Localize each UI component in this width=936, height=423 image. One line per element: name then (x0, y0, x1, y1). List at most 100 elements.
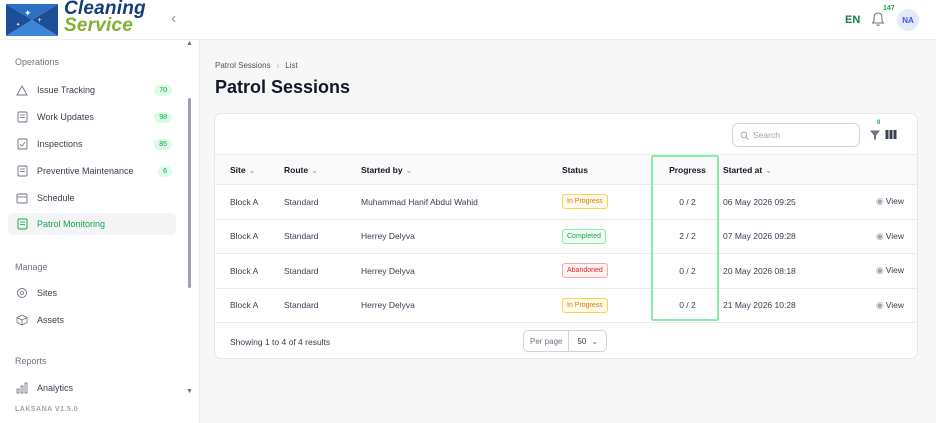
cell-started-by: Herrey Delyva (361, 219, 562, 254)
notification-count: 147 (883, 5, 895, 12)
cell-progress: 0 / 2 (652, 288, 723, 323)
view-button[interactable]: ◉ View (876, 196, 904, 206)
sidebar-item-label: Assets (37, 315, 65, 325)
filter-icon[interactable] (869, 129, 881, 141)
count-badge: 85 (154, 138, 172, 150)
scroll-down-arrow-icon[interactable]: ▼ (186, 388, 193, 395)
view-button[interactable]: ◉ View (876, 265, 904, 275)
logo[interactable]: ✦ + ✦ Cleaning Service (0, 0, 170, 40)
status-badge: In Progress (562, 194, 608, 210)
language-switcher[interactable]: EN (845, 14, 860, 26)
cell-started-at: 21 May 2026 10:28 (723, 288, 843, 323)
svg-text:✦: ✦ (24, 9, 32, 19)
eye-icon: ◉ (875, 265, 884, 276)
sort-chevron-icon: ⌄ (765, 165, 772, 175)
status-badge: Abandoned (562, 263, 608, 279)
search-input[interactable] (753, 130, 853, 140)
sessions-table-card: 0 Site⌄ Route⌄ Started by⌄ Status Progre… (214, 113, 918, 359)
cell-started-at: 06 May 2026 09:25 (723, 184, 843, 220)
column-header-route[interactable]: Route ⌄ (284, 154, 361, 185)
chevron-down-icon: ⌄ (591, 336, 599, 346)
view-button[interactable]: ◉ View (876, 231, 904, 241)
sidebar-group-operations: Operations (15, 57, 60, 67)
search-box[interactable] (732, 123, 860, 147)
bar-chart-icon (15, 381, 29, 395)
cell-started-at: 07 May 2026 09:28 (723, 219, 843, 254)
cube-icon (15, 313, 29, 327)
bell-icon[interactable] (871, 11, 885, 27)
sidebar-item-schedule[interactable]: Schedule (8, 187, 176, 209)
sidebar-item-sites[interactable]: Sites (8, 282, 176, 304)
cell-site: Block A (215, 219, 284, 254)
status-badge: In Progress (562, 297, 608, 313)
scroll-up-arrow-icon[interactable]: ▲ (186, 40, 193, 47)
app-version: LAKSANA V1.5.0 (15, 406, 79, 413)
table-row[interactable]: Block A Standard Muhammad Hanif Abdul Wa… (215, 184, 917, 220)
view-button[interactable]: ◉ View (876, 300, 904, 310)
cell-site: Block A (215, 288, 284, 323)
cell-route: Standard (284, 288, 361, 323)
breadcrumb-parent[interactable]: Patrol Sessions (215, 61, 271, 70)
sort-chevron-icon: ⌄ (311, 165, 318, 175)
columns-icon[interactable] (885, 129, 897, 140)
cell-progress: 0 / 2 (652, 184, 723, 220)
column-header-started-by[interactable]: Started by ⌄ (361, 154, 562, 185)
sidebar-item-label: Schedule (37, 193, 75, 203)
sidebar-item-issue-tracking[interactable]: Issue Tracking 70 (8, 79, 176, 101)
calendar-icon (15, 191, 29, 205)
sidebar-item-label: Analytics (37, 383, 74, 393)
cell-started-by: Muhammad Hanif Abdul Wahid (361, 184, 562, 220)
per-page-value[interactable]: 50 ⌄ (569, 331, 606, 351)
per-page-select[interactable]: Per page 50 ⌄ (523, 330, 608, 352)
breadcrumb-current: List (285, 61, 298, 70)
search-icon (740, 131, 749, 140)
cell-started-by: Herrey Delyva (361, 253, 562, 289)
column-header-progress: Progress (652, 154, 723, 185)
sidebar-item-label: Issue Tracking (37, 85, 96, 95)
document-icon (15, 217, 29, 231)
checklist-icon (15, 137, 29, 151)
status-badge: Completed (562, 228, 606, 244)
per-page-label: Per page (524, 331, 570, 351)
cell-site: Block A (215, 253, 284, 289)
avatar[interactable]: NA (897, 9, 919, 31)
sidebar-item-label: Sites (37, 288, 58, 298)
sidebar-item-analytics[interactable]: Analytics (8, 377, 176, 399)
cell-progress: 2 / 2 (652, 219, 723, 254)
sidebar-item-label: Work Updates (37, 112, 94, 122)
cell-started-by: Herrey Delyva (361, 288, 562, 323)
document-icon (15, 164, 29, 178)
top-bar: ✦ + ✦ Cleaning Service ‹ EN 147 NA (0, 0, 936, 40)
sidebar-scrollbar[interactable] (188, 98, 191, 288)
svg-text:✦: ✦ (16, 22, 20, 28)
table-header-row: Site ⌄ Route ⌄ Started by ⌄ Status Progress… (215, 154, 917, 185)
sidebar-item-label: Preventive Maintenance (37, 166, 134, 176)
sidebar-item-patrol-monitoring[interactable]: Patrol Monitoring (8, 213, 176, 235)
cell-route: Standard (284, 184, 361, 220)
logo-text-service: Service (64, 15, 134, 36)
document-icon (15, 110, 29, 124)
column-header-started-at[interactable]: Started at ⌄ (723, 154, 843, 185)
column-header-site[interactable]: Site ⌄ (215, 154, 284, 185)
table-row[interactable]: Block A Standard Herrey Delyva Completed… (215, 219, 917, 254)
cell-route: Standard (284, 253, 361, 289)
sort-chevron-icon: ⌄ (405, 165, 413, 175)
sidebar-item-work-updates[interactable]: Work Updates 98 (8, 106, 176, 128)
breadcrumb-separator-icon: › (276, 61, 280, 70)
eye-icon: ◉ (875, 196, 884, 207)
table-row[interactable]: Block A Standard Herrey Delyva In Progre… (215, 288, 917, 323)
sidebar-item-inspections[interactable]: Inspections 85 (8, 133, 176, 155)
svg-text:+: + (37, 17, 42, 24)
table-row[interactable]: Block A Standard Herrey Delyva Abandoned… (215, 253, 917, 289)
sidebar-group-manage: Manage (15, 262, 48, 272)
count-badge: 70 (154, 84, 172, 96)
sidebar-item-preventive-maintenance[interactable]: Preventive Maintenance 6 (8, 160, 176, 182)
column-header-actions (843, 154, 917, 185)
collapse-sidebar-icon[interactable]: ‹ (171, 10, 176, 28)
sort-chevron-icon: ⌄ (248, 165, 256, 175)
eye-icon: ◉ (875, 299, 884, 310)
sidebar-item-assets[interactable]: Assets (8, 309, 176, 331)
breadcrumb: Patrol Sessions › List (215, 61, 298, 70)
cell-route: Standard (284, 219, 361, 254)
sidebar-item-label: Patrol Monitoring (37, 219, 106, 229)
